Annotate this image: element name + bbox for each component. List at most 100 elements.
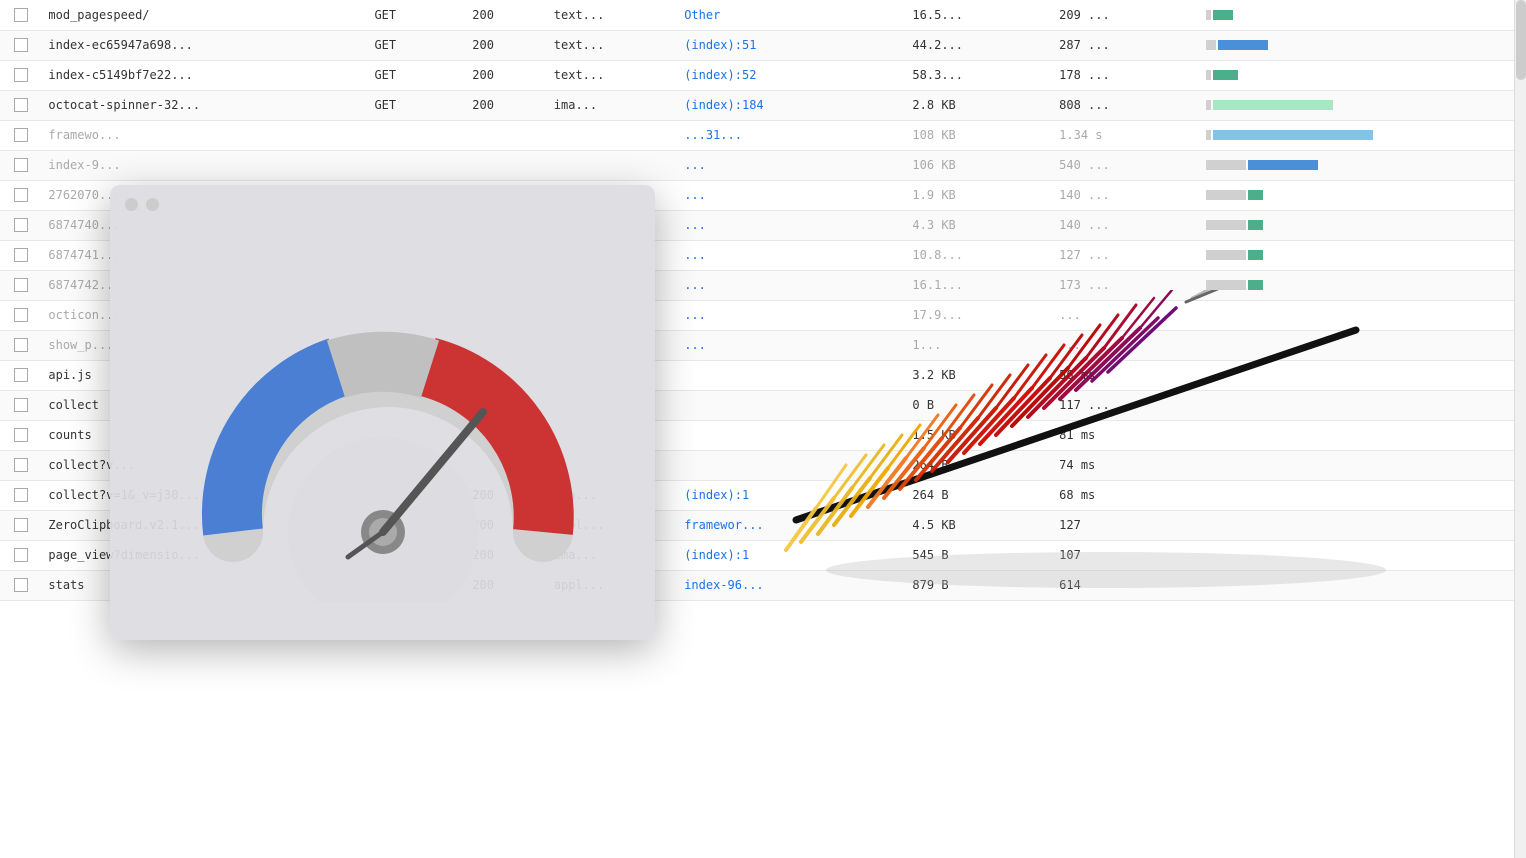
row-type	[548, 120, 678, 150]
row-initiator[interactable]: (index):184	[678, 90, 906, 120]
scrollbar[interactable]	[1514, 0, 1526, 858]
row-checkbox[interactable]	[0, 30, 42, 60]
row-method: GET	[368, 0, 466, 30]
table-row[interactable]: framewo... ...31... 108 KB 1.34 s	[0, 120, 1526, 150]
initiator-link[interactable]: (index):52	[684, 68, 756, 82]
row-method	[368, 150, 466, 180]
row-checkbox[interactable]	[0, 300, 42, 330]
row-name: index-ec65947a698...	[42, 30, 368, 60]
row-checkbox[interactable]	[0, 570, 42, 600]
row-initiator[interactable]: (index):51	[678, 30, 906, 60]
waterfall-bar	[1206, 126, 1520, 144]
row-size: 2.8 KB	[906, 90, 1053, 120]
row-waterfall	[1200, 0, 1526, 30]
row-checkbox[interactable]	[0, 210, 42, 240]
row-checkbox[interactable]	[0, 510, 42, 540]
scrollbar-thumb[interactable]	[1516, 0, 1526, 80]
row-size: 58.3...	[906, 60, 1053, 90]
row-checkbox[interactable]	[0, 420, 42, 450]
row-method	[368, 120, 466, 150]
row-size: 108 KB	[906, 120, 1053, 150]
row-status: 200	[466, 0, 548, 30]
row-type: text...	[548, 30, 678, 60]
table-row[interactable]: octocat-spinner-32... GET 200 ima... (in…	[0, 90, 1526, 120]
row-checkbox[interactable]	[0, 270, 42, 300]
row-checkbox[interactable]	[0, 450, 42, 480]
row-waterfall	[1200, 30, 1526, 60]
row-size: 4.3 KB	[906, 210, 1053, 240]
row-type: ima...	[548, 90, 678, 120]
row-status	[466, 150, 548, 180]
initiator-link[interactable]: framewor...	[684, 518, 763, 532]
titlebar-close-button[interactable]	[125, 198, 138, 211]
table-row[interactable]: index-9... ... 106 KB 540 ...	[0, 150, 1526, 180]
row-checkbox[interactable]	[0, 180, 42, 210]
row-initiator[interactable]: (index):52	[678, 60, 906, 90]
row-status: 200	[466, 90, 548, 120]
row-size: 44.2...	[906, 30, 1053, 60]
waterfall-bar	[1206, 6, 1520, 24]
row-waterfall	[1200, 120, 1526, 150]
row-time: 209 ...	[1053, 0, 1200, 30]
row-checkbox[interactable]	[0, 360, 42, 390]
row-size: 106 KB	[906, 150, 1053, 180]
row-size: 10.8...	[906, 240, 1053, 270]
row-checkbox[interactable]	[0, 390, 42, 420]
row-status: 200	[466, 60, 548, 90]
feather-svg	[766, 290, 1446, 590]
row-initiator: ...	[678, 150, 906, 180]
row-waterfall	[1200, 180, 1526, 210]
row-checkbox[interactable]	[0, 480, 42, 510]
row-time: 540 ...	[1053, 150, 1200, 180]
initiator-link[interactable]: (index):1	[684, 488, 749, 502]
initiator-link[interactable]: (index):1	[684, 548, 749, 562]
row-checkbox[interactable]	[0, 0, 42, 30]
row-name: index-c5149bf7e22...	[42, 60, 368, 90]
row-checkbox[interactable]	[0, 540, 42, 570]
waterfall-bar	[1206, 36, 1520, 54]
row-status	[466, 120, 548, 150]
row-method: GET	[368, 30, 466, 60]
row-checkbox[interactable]	[0, 60, 42, 90]
row-checkbox[interactable]	[0, 330, 42, 360]
row-time: 140 ...	[1053, 180, 1200, 210]
row-checkbox[interactable]	[0, 150, 42, 180]
row-size: 16.5...	[906, 0, 1053, 30]
overlay-window	[110, 185, 655, 640]
row-name: mod_pagespeed/	[42, 0, 368, 30]
table-row[interactable]: mod_pagespeed/ GET 200 text... Other 16.…	[0, 0, 1526, 30]
apache-feather	[766, 290, 1446, 590]
waterfall-bar	[1206, 186, 1520, 204]
row-type: text...	[548, 60, 678, 90]
row-name: framewo...	[42, 120, 368, 150]
overlay-titlebar	[110, 185, 655, 223]
row-initiator: ...	[678, 210, 906, 240]
row-checkbox[interactable]	[0, 240, 42, 270]
row-size: 1.9 KB	[906, 180, 1053, 210]
row-waterfall	[1200, 240, 1526, 270]
row-waterfall	[1200, 150, 1526, 180]
initiator-link[interactable]: (index):184	[684, 98, 763, 112]
row-checkbox[interactable]	[0, 90, 42, 120]
row-type	[548, 150, 678, 180]
overlay-content	[110, 223, 655, 640]
waterfall-bar	[1206, 96, 1520, 114]
waterfall-bar	[1206, 246, 1520, 264]
row-initiator: ...	[678, 180, 906, 210]
row-time: 287 ...	[1053, 30, 1200, 60]
row-time: 178 ...	[1053, 60, 1200, 90]
titlebar-minimize-button[interactable]	[146, 198, 159, 211]
row-checkbox[interactable]	[0, 120, 42, 150]
row-status: 200	[466, 30, 548, 60]
row-name: octocat-spinner-32...	[42, 90, 368, 120]
waterfall-bar	[1206, 216, 1520, 234]
table-row[interactable]: index-ec65947a698... GET 200 text... (in…	[0, 30, 1526, 60]
row-waterfall	[1200, 60, 1526, 90]
row-method: GET	[368, 60, 466, 90]
initiator-link[interactable]: (index):51	[684, 38, 756, 52]
table-row[interactable]: index-c5149bf7e22... GET 200 text... (in…	[0, 60, 1526, 90]
waterfall-bar	[1206, 66, 1520, 84]
row-time: 140 ...	[1053, 210, 1200, 240]
row-time: 127 ...	[1053, 240, 1200, 270]
waterfall-bar	[1206, 156, 1520, 174]
